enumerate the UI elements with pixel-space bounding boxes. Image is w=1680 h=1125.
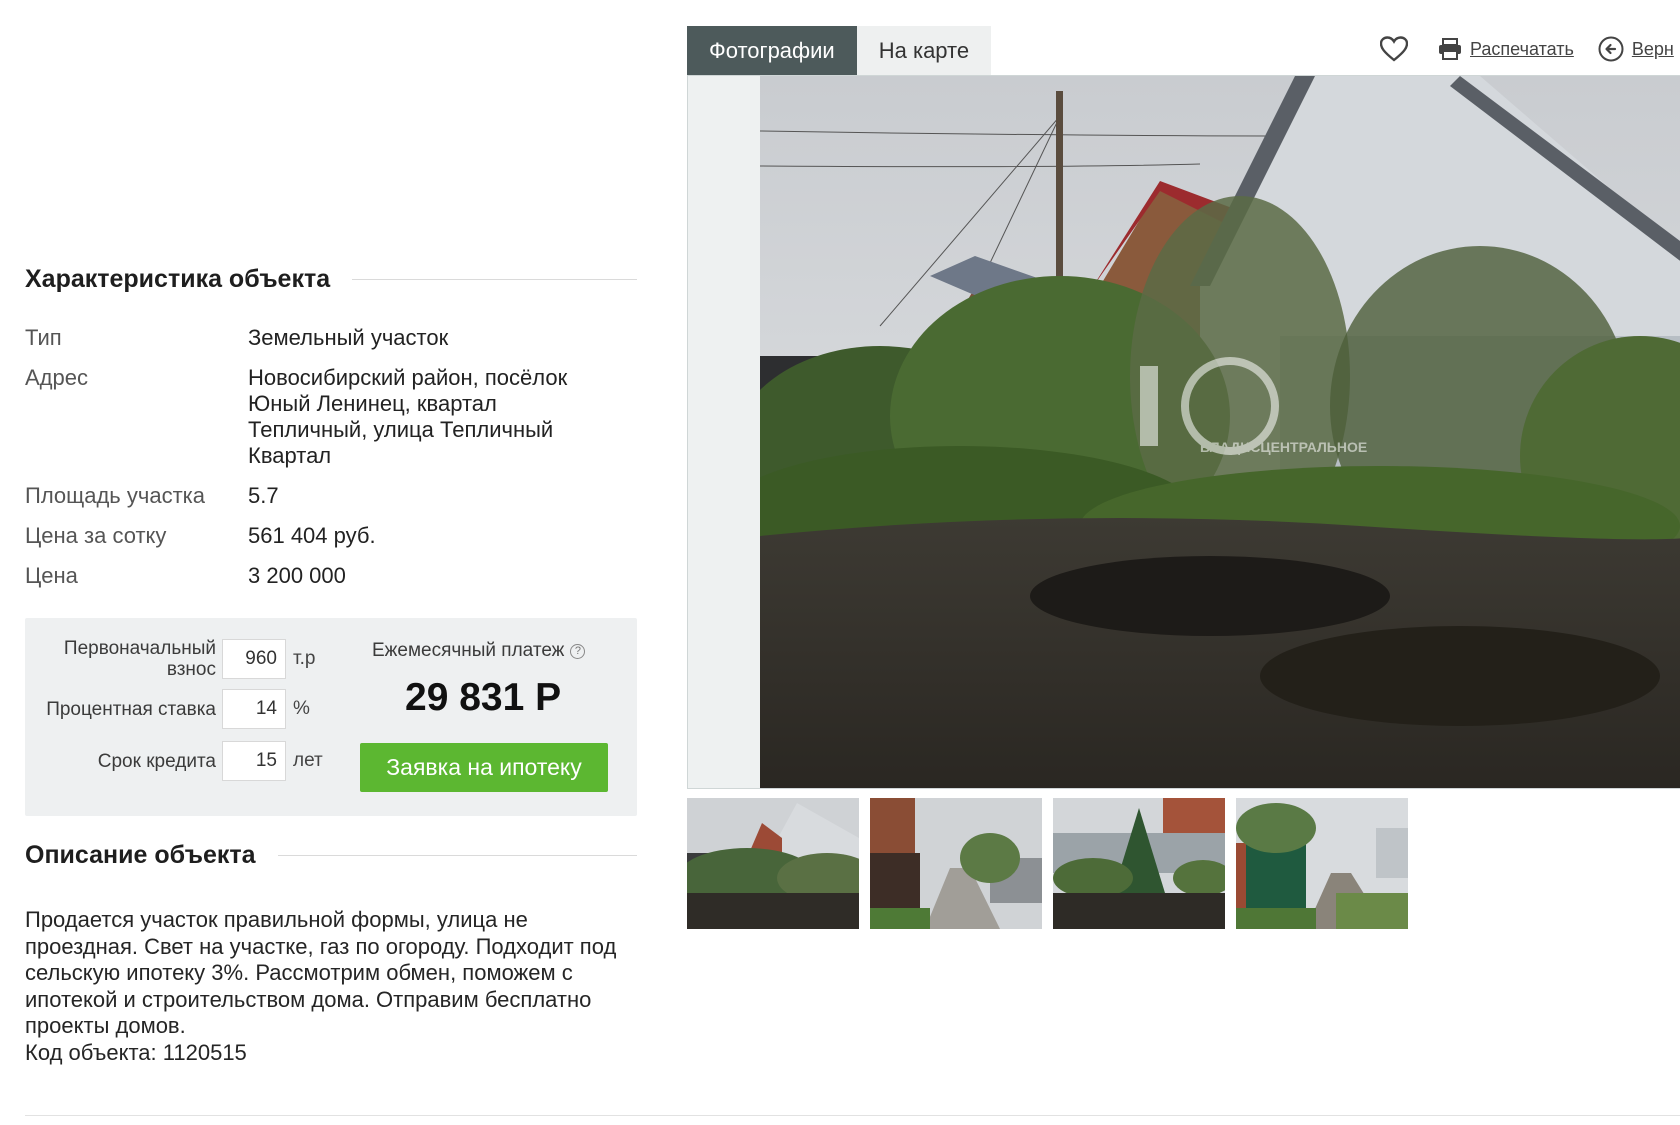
back-arrow-icon[interactable] <box>1598 36 1624 62</box>
prop-row-type: Тип Земельный участок <box>25 325 637 351</box>
heading-divider <box>277 855 637 856</box>
prop-value: 5.7 <box>248 483 279 508</box>
prop-row-price: Цена 3 200 000 <box>25 563 637 589</box>
heading-divider <box>352 279 637 280</box>
photo-viewer: ВЛАДИСЦЕНТРАЛЬНОЕ <box>687 75 1680 789</box>
down-payment-unit: т.р <box>293 648 316 669</box>
bottom-divider <box>25 1115 1680 1116</box>
mortgage-calculator: Первоначальный взнос 960 т.р Процентная … <box>25 618 637 816</box>
rate-input[interactable]: 14 <box>222 689 286 729</box>
prop-key: Цена за сотку <box>25 523 167 548</box>
monthly-payment-label: Ежемесячный платеж ? <box>372 640 586 662</box>
thumbnail-strip <box>687 798 1408 929</box>
print-link[interactable]: Распечатать <box>1470 39 1574 60</box>
object-code: Код объекта: 1120515 <box>25 1039 247 1065</box>
printer-icon[interactable] <box>1438 38 1462 60</box>
gallery-tabs: Фотографии На карте <box>687 26 992 76</box>
description-body: Продается участок правильной формы, улиц… <box>25 907 637 1066</box>
term-unit: лет <box>293 750 323 771</box>
apply-mortgage-button[interactable]: Заявка на ипотеку <box>360 743 608 792</box>
down-payment-input[interactable]: 960 <box>222 639 286 679</box>
prop-value: Земельный участок <box>248 325 449 350</box>
prop-key: Тип <box>25 325 62 350</box>
down-payment-row: Первоначальный взнос 960 т.р <box>25 638 316 680</box>
term-row: Срок кредита 15 лет <box>25 741 323 781</box>
rate-label: Процентная ставка <box>46 698 216 720</box>
main-photo[interactable]: ВЛАДИСЦЕНТРАЛЬНОЕ <box>720 76 1680 788</box>
rate-row: Процентная ставка 14 % <box>25 689 310 729</box>
prop-row-price-per-sotka: Цена за сотку 561 404 руб. <box>25 523 637 549</box>
back-link[interactable]: Верн <box>1632 39 1674 60</box>
down-payment-label: Первоначальный взнос <box>63 638 216 680</box>
prop-value: 3 200 000 <box>248 563 346 588</box>
watermark-text: ВЛАДИСЦЕНТРАЛЬНОЕ <box>1200 439 1367 455</box>
prop-value: Новосибирский район, посёлок Юный Ленине… <box>248 365 568 468</box>
prop-row-area: Площадь участка 5.7 <box>25 483 637 509</box>
monthly-payment-text: Ежемесячный платеж <box>372 640 565 661</box>
description-text: Продается участок правильной формы, улиц… <box>25 907 617 1038</box>
thumbnail-2[interactable] <box>870 798 1042 929</box>
characteristics-title: Характеристика объекта <box>25 265 331 293</box>
monthly-payment-value: 29 831 Р <box>405 676 562 719</box>
description-title: Описание объекта <box>25 841 256 869</box>
thumbnail-4[interactable] <box>1236 798 1408 929</box>
tab-map[interactable]: На карте <box>856 26 992 76</box>
description-heading: Описание объекта <box>25 841 637 870</box>
characteristics-heading: Характеристика объекта <box>25 265 637 294</box>
prop-row-address: Адрес Новосибирский район, посёлок Юный … <box>25 365 637 469</box>
toolbar: Распечатать Верн <box>1380 36 1674 62</box>
tab-photos[interactable]: Фотографии <box>687 26 857 76</box>
heart-icon[interactable] <box>1380 36 1408 62</box>
term-input[interactable]: 15 <box>222 741 286 781</box>
term-label: Срок кредита <box>97 750 216 772</box>
thumbnail-3[interactable] <box>1053 798 1225 929</box>
prop-key: Цена <box>25 563 78 588</box>
prop-key: Площадь участка <box>25 483 205 508</box>
prop-key: Адрес <box>25 365 88 390</box>
help-icon[interactable]: ? <box>570 643 586 659</box>
thumbnail-1[interactable] <box>687 798 859 929</box>
prop-value: 561 404 руб. <box>248 523 376 548</box>
rate-unit: % <box>293 698 310 719</box>
characteristics-table: Тип Земельный участок Адрес Новосибирски… <box>25 325 637 603</box>
